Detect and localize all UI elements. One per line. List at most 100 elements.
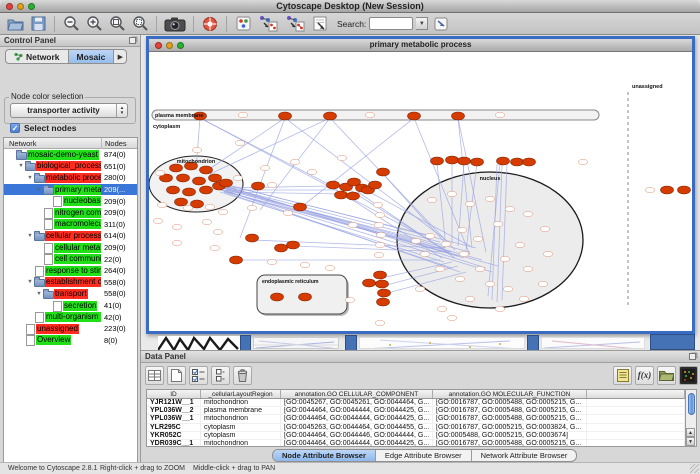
tree-row[interactable]: ▼establishment of loc558(0) [4,277,137,289]
background-window-fragment[interactable] [541,337,645,349]
network-node-small[interactable] [411,238,421,243]
tree-expand-icon[interactable]: ▼ [35,187,43,193]
network-node-small[interactable] [447,315,457,320]
compartment-nucleus[interactable] [397,172,583,308]
network-node-small[interactable] [325,265,335,270]
tree-row[interactable]: ▼cellular process614(0) [4,230,137,242]
network-node[interactable] [446,156,459,164]
tab-network[interactable]: Network [6,50,69,63]
tree-row[interactable]: ▼metabolic process280(0) [4,172,137,184]
network-node-small[interactable] [493,221,503,226]
network-node[interactable] [271,293,284,301]
network-node-small[interactable] [345,297,355,302]
network-node-small[interactable] [172,240,182,245]
heatmap-matrix-icon[interactable] [679,366,698,385]
tree-row-label[interactable]: response to stimulus [45,266,101,276]
network-node[interactable] [230,256,243,264]
import-attributes-folder-icon[interactable] [657,366,676,385]
network-node-small[interactable] [153,218,163,223]
search-options-icon[interactable] [431,14,451,34]
table-cell[interactable]: cytoplasm [201,432,281,439]
table-cell[interactable]: cytoplasm [201,424,281,431]
table-row[interactable]: YLR295Ccytoplasm[GO:0045263, GO:0044464,… [147,424,685,432]
network-node-small[interactable] [157,202,167,207]
network-node-small[interactable] [376,232,386,237]
network-node[interactable] [408,112,421,120]
table-cell[interactable]: [GO:0016787, GO:0005488, GO:0005215, G..… [433,399,587,406]
tree-row[interactable]: nucleobase-containing209(0) [4,195,137,207]
network-node[interactable] [183,188,196,196]
tree-row-label[interactable]: unassigned [36,324,79,334]
tree-row[interactable]: cellular metabolic209(0) [4,242,137,254]
zoom-selected-icon[interactable] [130,14,150,34]
network-node[interactable] [511,158,524,166]
tree-row-label[interactable]: primary metabolic process [54,185,101,195]
network-node-small[interactable] [645,187,655,192]
network-node-small[interactable] [455,276,465,281]
scroll-up-button[interactable]: ▲ [686,428,695,437]
tree-row-label[interactable]: mosaic-demo-yeast [27,150,99,160]
network-node-small[interactable] [447,191,457,196]
tree-row-label[interactable]: transport [54,289,88,299]
network-node-small[interactable] [540,226,550,231]
tree-expand-icon[interactable]: ▼ [17,163,25,169]
table-row[interactable]: YJR121W__1mitochondrion[GO:0045267, GO:0… [147,399,685,407]
network-node-small[interactable] [192,147,202,152]
scroll-down-button[interactable]: ▼ [686,437,695,446]
network-node-small[interactable] [373,202,383,207]
table-cell[interactable]: [GO:0016787, GO:0005488, GO:0005215, G..… [433,415,587,422]
background-window-fragment[interactable] [345,335,357,351]
tree-row[interactable]: mosaic-demo-yeast874(0) [4,149,137,161]
snapshot-camera-icon[interactable] [163,14,187,34]
table-cell[interactable]: plasma membrane [201,407,281,414]
table-cell[interactable]: [GO:0016787, GO:0005488, GO:0005215, G..… [433,440,587,447]
network-graph[interactable]: plasma membranecytoplasmmitochondrionnuc… [149,52,692,331]
network-node[interactable] [200,186,213,194]
tree-row-label[interactable]: establishment of loc [45,277,101,287]
network-node-small[interactable] [172,224,182,229]
network-node[interactable] [376,280,389,288]
table-scrollbar[interactable]: ▲ ▼ [686,389,697,447]
table-cell[interactable]: [GO:0044464, GO:0044444, GO:0044425, G..… [281,407,433,414]
tree-row-label[interactable]: Overview [36,335,71,345]
table-row[interactable]: YDR039C__1mitochondrion[GO:0044464, GO:0… [147,440,685,447]
network-node[interactable] [452,112,465,120]
network-node[interactable] [335,191,348,199]
tree-row[interactable]: secretion41(0) [4,300,137,312]
network-node[interactable] [275,244,288,252]
zoom-fit-icon[interactable] [107,14,127,34]
tree-row-label[interactable]: biological_process [36,161,101,171]
network-node-small[interactable] [519,296,529,301]
network-node-small[interactable] [437,306,447,311]
network-node[interactable] [378,289,391,297]
network-node-small[interactable] [473,236,483,241]
background-window-fragment[interactable] [253,337,339,349]
network-node-small[interactable] [205,204,215,209]
tree-row-label[interactable]: secretion [63,301,97,311]
network-node-small[interactable] [495,112,505,117]
network-node[interactable] [294,203,307,211]
network-node-small[interactable] [375,320,385,325]
network-node-small[interactable] [267,259,277,264]
tree-row-label[interactable]: cell communication [54,254,101,264]
network-node[interactable] [471,158,484,166]
network-node-small[interactable] [495,306,505,311]
tree-row[interactable]: unassigned223(0) [4,323,137,335]
table-column-header[interactable]: annotation.GO MOLECULAR_FUNCTION [433,390,587,398]
attribute-notes-icon[interactable] [613,366,632,385]
network-node-small[interactable] [457,227,467,232]
scrollbar-thumb[interactable] [688,393,695,415]
tree-row[interactable]: response to stimulus264(0) [4,265,137,277]
table-cell[interactable]: YPL036W__1 [147,415,201,422]
network-node[interactable] [523,158,536,166]
zoom-out-icon[interactable] [61,14,81,34]
network-node[interactable] [175,198,188,206]
delete-attribute-trash-icon[interactable] [233,366,252,385]
table-column-header[interactable]: annotation.GO CELLULAR_COMPONENT [281,390,433,398]
background-window-fragment[interactable] [527,335,539,351]
network-node-small[interactable] [374,222,384,227]
network-node[interactable] [431,157,444,165]
network-node-small[interactable] [459,251,469,256]
unselect-attributes-icon[interactable] [211,366,230,385]
table-cell[interactable]: mitochondrion [201,415,281,422]
